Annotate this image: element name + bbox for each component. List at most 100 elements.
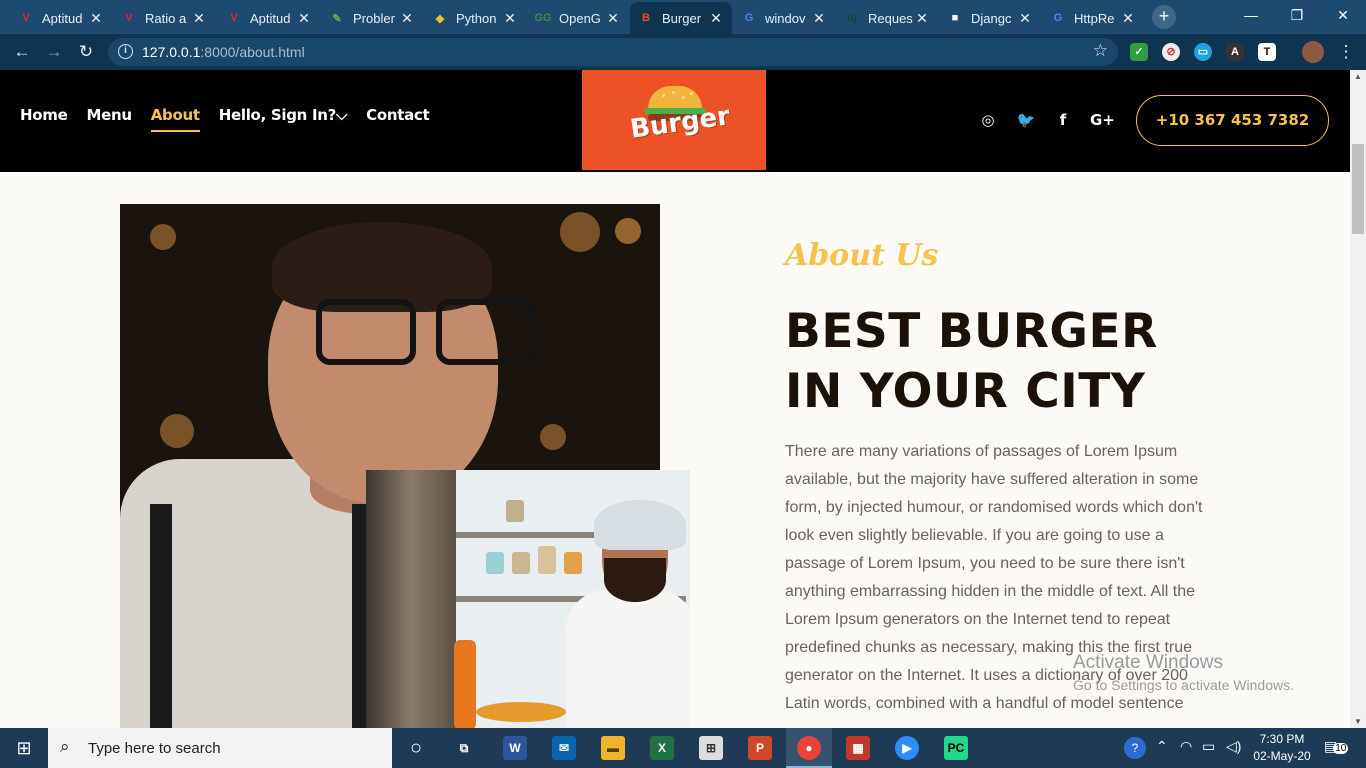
nav-link[interactable]: Hello, Sign In?⌵ (219, 106, 348, 124)
browser-tab[interactable]: Gwindov ✕ (733, 2, 835, 34)
powerpoint-icon[interactable]: P (748, 736, 772, 760)
chrome-icon[interactable]: ● (797, 736, 821, 760)
forward-icon[interactable]: → (42, 40, 66, 64)
nav-link[interactable]: Menu (86, 106, 132, 124)
show-hidden-icons[interactable]: ⌃ (1156, 738, 1168, 755)
tab-title: HttpRe (1074, 10, 1115, 26)
tab-close-icon[interactable]: ✕ (399, 10, 415, 27)
watermark-hint: Go to Settings to activate Windows. (1073, 677, 1294, 693)
browser-tab[interactable]: G HttpRe ✕ (1042, 2, 1144, 34)
tab-title: OpenG (559, 10, 601, 26)
browser-tab[interactable]: ■ Djangc ✕ (939, 2, 1041, 34)
taskbar-clock[interactable]: 7:30 PM 02-May-20 (1248, 731, 1316, 765)
facebook-icon[interactable]: f (1053, 110, 1073, 130)
site-info-icon[interactable]: i (118, 44, 133, 59)
notifications-icon[interactable]: ▤10 (1324, 738, 1349, 755)
search-icon: ⌕ (60, 737, 70, 756)
browser-tab[interactable]: V Aptitud ✕ (10, 2, 112, 34)
close-window-button[interactable]: ✕ (1320, 0, 1366, 32)
tab-favicon-icon: ✎ (332, 12, 342, 25)
new-tab-button[interactable]: + (1152, 5, 1176, 29)
browser-tab[interactable]: ◆ Python ✕ (424, 2, 526, 34)
nav-link[interactable]: Home (20, 106, 68, 124)
battery-icon[interactable]: ▭ (1202, 738, 1215, 755)
headline-line-2: IN YOUR CITY (785, 364, 1146, 419)
browser-tab[interactable]: GG OpenG ✕ (527, 2, 629, 34)
restore-button[interactable]: ❐ (1274, 0, 1320, 32)
more-menu-icon[interactable]: ⋮ (1334, 40, 1358, 64)
browser-tab[interactable]: dj Reques ✕ (836, 2, 938, 34)
profile-avatar[interactable] (1302, 41, 1324, 63)
scrollbar-thumb[interactable] (1352, 144, 1364, 234)
tab-close-icon[interactable]: ✕ (1120, 10, 1136, 27)
windows-start-icon[interactable]: ⊞ (0, 728, 48, 768)
clock-time: 7:30 PM (1259, 732, 1305, 746)
help-icon[interactable]: ? (1124, 737, 1146, 759)
notification-count: 10 (1333, 743, 1349, 754)
pycharm-icon[interactable]: PC (944, 736, 968, 760)
tab-title: Djangc (971, 10, 1012, 26)
burger-logo[interactable]: Burger (582, 70, 766, 170)
zoom-icon[interactable]: ▶ (895, 736, 919, 760)
store-icon[interactable]: ⊞ (699, 736, 723, 760)
google-plus-icon[interactable]: G+ (1090, 110, 1115, 130)
task-view-icon[interactable]: ⧉ (452, 736, 476, 760)
tab-close-icon[interactable]: ✕ (88, 10, 104, 27)
tab-close-icon[interactable]: ✕ (914, 10, 930, 27)
mail-icon[interactable]: ✉ (552, 736, 576, 760)
tab-close-icon[interactable]: ✕ (502, 10, 518, 27)
minimize-button[interactable]: — (1228, 0, 1274, 32)
wifi-icon[interactable]: ◠ (1180, 738, 1192, 755)
watermark-title: Activate Windows (1073, 652, 1223, 673)
block-extension-icon[interactable]: ⊘ (1162, 43, 1180, 61)
back-icon[interactable]: ← (10, 40, 34, 64)
tab-favicon-icon: G (744, 12, 754, 24)
url-text[interactable]: 127.0.0.1:8000/about.html (142, 44, 305, 60)
reload-icon[interactable]: ↻ (74, 40, 98, 64)
volume-icon[interactable]: ◁) (1226, 738, 1241, 755)
page-viewport: Home Menu About Hello, Sign In?⌵ Contact Bur… (0, 70, 1350, 728)
text-extension-icon[interactable]: T (1258, 43, 1276, 61)
nav-link[interactable]: About (150, 106, 200, 132)
about-headline: BEST BURGER IN YOUR CITY (785, 302, 1158, 422)
page-scrollbar[interactable]: ▲ ▼ (1350, 70, 1366, 728)
tab-title: Aptitud (42, 10, 83, 26)
tab-favicon-icon: V (125, 12, 133, 24)
browser-tab[interactable]: V Aptitud ✕ (218, 2, 320, 34)
tab-close-icon[interactable]: ✕ (1017, 10, 1033, 27)
pdf-extension-icon[interactable]: A (1226, 43, 1244, 61)
scroll-up-icon[interactable]: ▲ (1354, 72, 1362, 81)
scroll-down-icon[interactable]: ▼ (1354, 717, 1362, 726)
phone-button[interactable]: +10 367 453 7382 (1136, 95, 1329, 146)
app-grid-icon[interactable]: ▦ (846, 736, 870, 760)
windows-taskbar: ⊞ ⌕ Type here to search ○ ⧉ W ✉ ▬ X ⊞ P … (0, 728, 1366, 768)
cortana-icon[interactable]: ○ (404, 736, 428, 760)
taskbar-search[interactable]: ⌕ Type here to search (48, 728, 392, 768)
tab-close-icon[interactable]: ✕ (191, 10, 207, 27)
browser-tab[interactable]: V Ratio a ✕ (113, 2, 215, 34)
tab-favicon-icon: ◆ (435, 12, 445, 25)
tab-favicon-icon: G (1053, 12, 1063, 24)
file-explorer-icon[interactable]: ▬ (601, 736, 625, 760)
tab-title: Aptitud (250, 10, 291, 26)
excel-icon[interactable]: X (650, 736, 674, 760)
tab-close-icon[interactable]: ✕ (708, 10, 724, 27)
activate-windows-watermark: Activate Windows Go to Settings to activ… (1073, 652, 1294, 693)
browser-tab[interactable]: B Burger ✕ (630, 2, 732, 34)
address-bar[interactable]: i 127.0.0.1:8000/about.html ☆ (108, 38, 1118, 66)
shield-extension-icon[interactable]: ✓ (1130, 43, 1148, 61)
tab-title: Python (456, 10, 497, 26)
tab-favicon-icon: V (230, 12, 238, 24)
bookmark-star-icon[interactable]: ☆ (1093, 41, 1108, 61)
tab-favicon-icon: V (22, 12, 30, 24)
nav-link[interactable]: Contact (366, 106, 430, 124)
twitter-icon[interactable]: 🐦 (1016, 110, 1036, 130)
browser-tab[interactable]: ✎ Probler ✕ (321, 2, 423, 34)
tab-close-icon[interactable]: ✕ (605, 10, 621, 27)
tab-title: Probler (353, 10, 395, 26)
word-icon[interactable]: W (503, 736, 527, 760)
tab-close-icon[interactable]: ✕ (811, 10, 827, 27)
instagram-icon[interactable]: ◎ (978, 110, 998, 130)
tab-close-icon[interactable]: ✕ (296, 10, 312, 27)
chat-extension-icon[interactable]: ▭ (1194, 43, 1212, 61)
